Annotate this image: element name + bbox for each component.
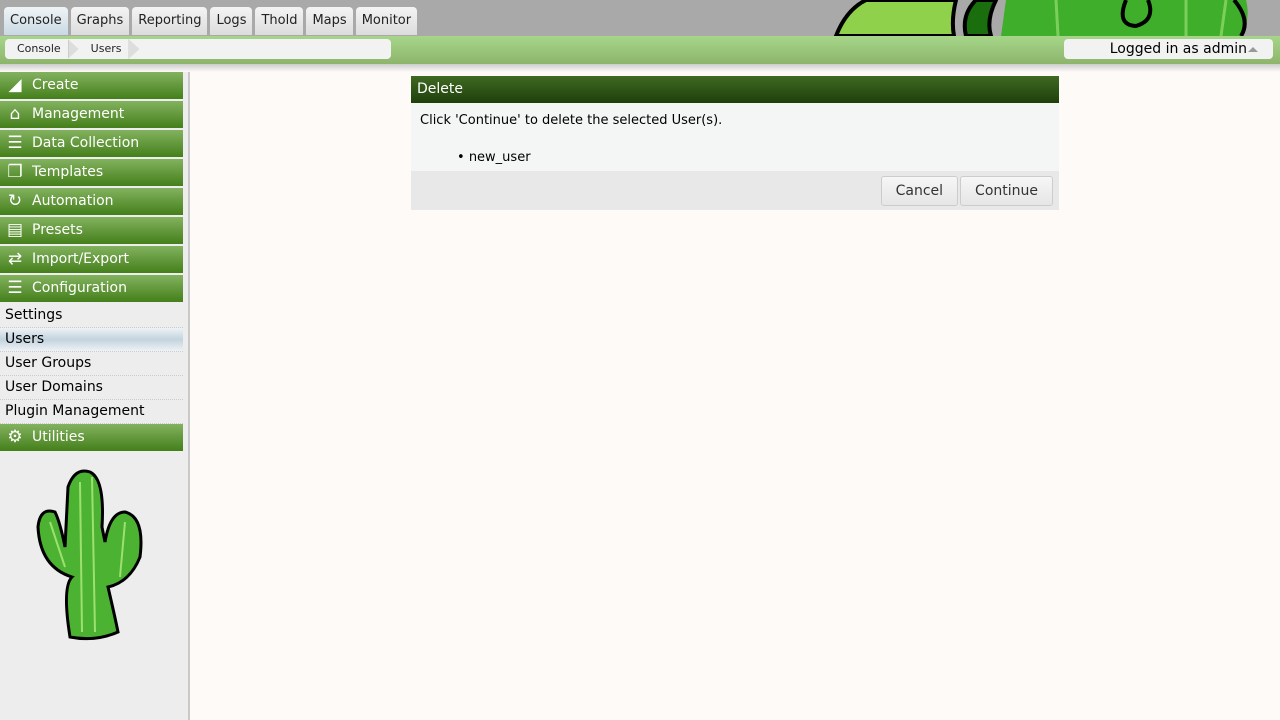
area-chart-icon: ◢ bbox=[8, 75, 22, 95]
menu-presets[interactable]: ▤ Presets bbox=[0, 217, 183, 244]
database-icon: ☰ bbox=[7, 133, 23, 153]
menu-management[interactable]: ⌂ Management bbox=[0, 101, 183, 128]
caret-up-icon bbox=[1248, 47, 1258, 52]
breadcrumb-bar: Console Users Logged in as admin bbox=[0, 36, 1280, 64]
menu-import-export[interactable]: ⇄ Import/Export bbox=[0, 246, 183, 273]
gears-icon: ⚙ bbox=[7, 427, 23, 447]
tab-logs[interactable]: Logs bbox=[210, 7, 253, 35]
list-item: new_user bbox=[457, 150, 1050, 165]
archive-icon: ▤ bbox=[6, 220, 24, 240]
breadcrumb-console[interactable]: Console bbox=[5, 39, 79, 59]
breadcrumb: Console Users bbox=[5, 39, 391, 59]
sidebar-item-user-domains[interactable]: User Domains bbox=[0, 376, 183, 400]
main-tabs: Console Graphs Reporting Logs Thold Maps… bbox=[4, 7, 418, 35]
tab-console[interactable]: Console bbox=[4, 7, 68, 35]
dialog-footer: Cancel Continue bbox=[411, 171, 1059, 210]
menu-automation[interactable]: ↻ Automation bbox=[0, 188, 183, 215]
breadcrumb-users[interactable]: Users bbox=[79, 39, 140, 59]
sliders-icon: ☰ bbox=[7, 278, 23, 298]
tab-maps[interactable]: Maps bbox=[306, 7, 353, 35]
tab-graphs[interactable]: Graphs bbox=[70, 7, 130, 35]
exchange-icon: ⇄ bbox=[7, 249, 23, 269]
sidebar: ◢ Create ⌂ Management ☰ Data Collection ❐ Te… bbox=[0, 72, 190, 720]
sidebar-item-user-groups[interactable]: User Groups bbox=[0, 352, 183, 376]
home-icon: ⌂ bbox=[9, 104, 21, 124]
delete-dialog: Delete Click 'Continue' to delete the se… bbox=[411, 76, 1059, 210]
sidebar-item-plugin-management[interactable]: Plugin Management bbox=[0, 400, 183, 424]
refresh-icon: ↻ bbox=[7, 191, 23, 211]
dialog-title: Delete bbox=[411, 76, 1059, 103]
cactus-logo bbox=[36, 469, 143, 641]
menu-configuration[interactable]: ☰ Configuration bbox=[0, 275, 183, 302]
menu-utilities[interactable]: ⚙ Utilities bbox=[0, 424, 183, 451]
sidebar-item-settings[interactable]: Settings bbox=[0, 304, 183, 328]
tab-reporting[interactable]: Reporting bbox=[132, 7, 208, 35]
continue-button[interactable]: Continue bbox=[960, 175, 1053, 206]
sidebar-item-users[interactable]: Users bbox=[0, 328, 183, 352]
menu-templates[interactable]: ❐ Templates bbox=[0, 159, 183, 186]
top-bar: Console Graphs Reporting Logs Thold Maps… bbox=[0, 0, 1280, 36]
copy-icon: ❐ bbox=[7, 162, 23, 182]
menu-create[interactable]: ◢ Create bbox=[0, 72, 183, 99]
tab-monitor[interactable]: Monitor bbox=[355, 7, 418, 35]
dialog-message: Click 'Continue' to delete the selected … bbox=[420, 113, 723, 128]
cancel-button[interactable]: Cancel bbox=[880, 175, 959, 206]
menu-data-collection[interactable]: ☰ Data Collection bbox=[0, 130, 183, 157]
tab-thold[interactable]: Thold bbox=[255, 7, 304, 35]
user-menu-button[interactable]: Logged in as admin bbox=[1064, 39, 1273, 59]
dialog-body: Click 'Continue' to delete the selected … bbox=[411, 103, 1059, 171]
cactus-logo-banner bbox=[833, 0, 1248, 36]
login-label: Logged in as admin bbox=[1109, 41, 1247, 57]
